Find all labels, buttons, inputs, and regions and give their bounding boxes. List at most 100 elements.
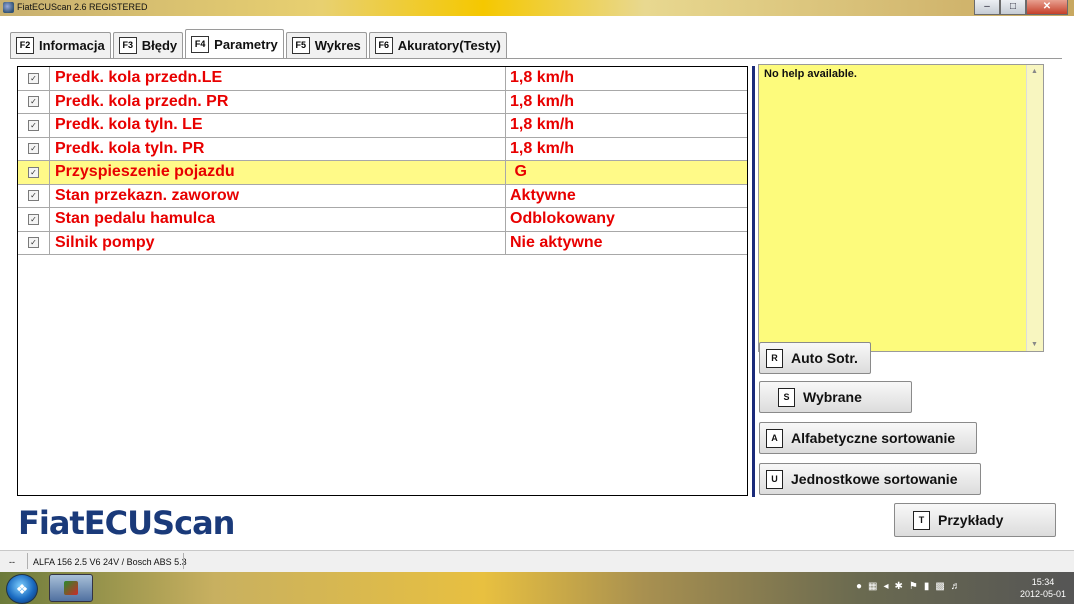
tab-label: Błędy bbox=[141, 38, 178, 53]
button-label: Wybrane bbox=[803, 389, 862, 405]
tab-informacja[interactable]: F2 Informacja bbox=[10, 32, 111, 58]
status-separator bbox=[183, 553, 184, 569]
status-bar: -- ALFA 156 2.5 V6 24V / Bosch ABS 5.3 bbox=[0, 550, 1074, 572]
parameter-value: 1,8 km/h bbox=[510, 139, 575, 157]
hotkey-label: U bbox=[766, 469, 783, 489]
parameter-checkbox[interactable]: ✓ bbox=[28, 72, 39, 84]
tab-parametry[interactable]: F4 Parametry bbox=[185, 29, 284, 59]
parameter-checkbox[interactable]: ✓ bbox=[28, 213, 39, 225]
parameter-value: Nie aktywne bbox=[510, 233, 603, 251]
fkey-label: F5 bbox=[291, 37, 310, 54]
parameter-value: G bbox=[510, 163, 527, 181]
parameter-list[interactable]: ✓ Predk. kola przedn.LE 1,8 km/h ✓ Predk… bbox=[17, 66, 748, 496]
clock[interactable]: 15:34 2012-05-01 bbox=[1020, 576, 1066, 600]
app-logo: FiatECUScan bbox=[18, 504, 235, 542]
checkbox-cell: ✓ bbox=[18, 137, 50, 160]
panel-splitter[interactable] bbox=[752, 66, 755, 497]
tab-label: Parametry bbox=[214, 37, 278, 52]
app-icon bbox=[3, 2, 14, 13]
tab-bar: F2 Informacja F3 Błędy F4 Parametry F5 W… bbox=[10, 28, 509, 59]
fkey-label: F4 bbox=[191, 36, 210, 53]
parameter-checkbox[interactable]: ✓ bbox=[28, 190, 39, 202]
tab-bledy[interactable]: F3 Błędy bbox=[112, 32, 184, 58]
alphabetical-sort-button[interactable]: A Alfabetyczne sortowanie bbox=[759, 422, 977, 454]
maximize-button[interactable]: □ bbox=[1000, 0, 1026, 15]
parameter-row[interactable]: ✓ Predk. kola tyln. PR 1,8 km/h bbox=[18, 137, 747, 161]
hotkey-label: R bbox=[766, 348, 783, 368]
parameter-value: 1,8 km/h bbox=[510, 69, 575, 87]
parameter-row[interactable]: ✓ Stan pedalu hamulca Odblokowany bbox=[18, 208, 747, 232]
system-tray: ●▦◂✱⚑▮▩♬ 15:34 2012-05-01 bbox=[844, 572, 1074, 604]
selected-button[interactable]: S Wybrane bbox=[759, 381, 912, 413]
parameter-row[interactable]: ✓ Predk. kola przedn.LE 1,8 km/h bbox=[18, 67, 747, 91]
parameter-name: Stan pedalu hamulca bbox=[50, 208, 506, 231]
clock-date: 2012-05-01 bbox=[1019, 589, 1066, 599]
help-text: No help available. bbox=[764, 68, 857, 80]
checkbox-cell: ✓ bbox=[18, 231, 50, 254]
hotkey-label: S bbox=[778, 387, 795, 407]
parameter-name: Predk. kola przedn.LE bbox=[50, 67, 506, 90]
parameter-name: Silnik pompy bbox=[50, 231, 506, 254]
parameter-checkbox[interactable]: ✓ bbox=[28, 237, 39, 249]
auto-sort-button[interactable]: R Auto Sotr. bbox=[759, 342, 871, 374]
taskbar-app-fiatecuscan[interactable] bbox=[49, 574, 93, 602]
vehicle-info: ALFA 156 2.5 V6 24V / Bosch ABS 5.3 bbox=[33, 557, 187, 567]
title-bar: FiatECUScan 2.6 REGISTERED – □ ✕ bbox=[0, 0, 1074, 16]
help-scrollbar[interactable]: ▲ ▼ bbox=[1026, 65, 1043, 351]
scroll-up-icon[interactable]: ▲ bbox=[1031, 68, 1038, 75]
status-separator bbox=[27, 553, 28, 569]
tab-label: Akuratory(Testy) bbox=[397, 38, 501, 53]
button-label: Przykłady bbox=[938, 512, 1004, 528]
button-label: Jednostkowe sortowanie bbox=[791, 471, 958, 487]
fiatecuscan-icon bbox=[64, 581, 78, 595]
button-label: Auto Sotr. bbox=[791, 350, 858, 366]
checkbox-cell: ✓ bbox=[18, 161, 50, 184]
parameter-value: 1,8 km/h bbox=[510, 116, 575, 134]
hotkey-label: T bbox=[913, 510, 930, 530]
parameter-row[interactable]: ✓ Predk. kola przedn. PR 1,8 km/h bbox=[18, 90, 747, 114]
status-indicator: -- bbox=[9, 557, 15, 567]
parameter-value: 1,8 km/h bbox=[510, 92, 575, 110]
parameter-checkbox[interactable]: ✓ bbox=[28, 166, 39, 178]
checkbox-cell: ✓ bbox=[18, 90, 50, 113]
tab-label: Wykres bbox=[314, 38, 361, 53]
checkbox-cell: ✓ bbox=[18, 184, 50, 207]
parameter-row[interactable]: ✓ Stan przekazn. zaworow Aktywne bbox=[18, 184, 747, 208]
start-button[interactable]: ❖ bbox=[6, 574, 38, 604]
fkey-label: F6 bbox=[374, 37, 393, 54]
parameter-checkbox[interactable]: ✓ bbox=[28, 143, 39, 155]
parameter-value: Odblokowany bbox=[510, 210, 615, 228]
main-window: F2 Informacja F3 Błędy F4 Parametry F5 W… bbox=[0, 16, 1074, 550]
checkbox-cell: ✓ bbox=[18, 67, 50, 90]
parameter-value: Aktywne bbox=[510, 186, 576, 204]
button-label: Alfabetyczne sortowanie bbox=[791, 430, 956, 446]
tab-label: Informacja bbox=[39, 38, 105, 53]
parameter-checkbox[interactable]: ✓ bbox=[28, 96, 39, 108]
parameter-name: Predk. kola tyln. PR bbox=[50, 137, 506, 160]
tab-panel-border bbox=[10, 58, 1062, 59]
parameter-row[interactable]: ✓ Predk. kola tyln. LE 1,8 km/h bbox=[18, 114, 747, 138]
unit-sort-button[interactable]: U Jednostkowe sortowanie bbox=[759, 463, 981, 495]
parameter-checkbox[interactable]: ✓ bbox=[28, 119, 39, 131]
parameter-name: Stan przekazn. zaworow bbox=[50, 184, 506, 207]
tab-akuratory[interactable]: F6 Akuratory(Testy) bbox=[368, 32, 507, 58]
checkbox-cell: ✓ bbox=[18, 114, 50, 137]
scroll-down-icon[interactable]: ▼ bbox=[1031, 341, 1038, 348]
taskbar: ❖ ●▦◂✱⚑▮▩♬ 15:34 2012-05-01 bbox=[0, 572, 1074, 604]
parameter-name: Predk. kola tyln. LE bbox=[50, 114, 506, 137]
window-title: FiatECUScan 2.6 REGISTERED bbox=[17, 2, 148, 12]
fkey-label: F2 bbox=[16, 37, 34, 54]
minimize-button[interactable]: – bbox=[974, 0, 1000, 15]
fkey-label: F3 bbox=[118, 37, 137, 54]
parameter-row-selected[interactable]: ✓ Przyspieszenie pojazdu G bbox=[18, 161, 747, 185]
parameter-row[interactable]: ✓ Silnik pompy Nie aktywne bbox=[18, 231, 747, 255]
checkbox-cell: ✓ bbox=[18, 208, 50, 231]
tray-icons[interactable]: ●▦◂✱⚑▮▩♬ bbox=[856, 581, 967, 592]
close-button[interactable]: ✕ bbox=[1026, 0, 1068, 15]
tab-wykres[interactable]: F5 Wykres bbox=[285, 32, 367, 58]
help-panel: No help available. ▲ ▼ bbox=[758, 64, 1044, 352]
parameter-name: Predk. kola przedn. PR bbox=[50, 90, 506, 113]
hotkey-label: A bbox=[766, 428, 783, 448]
window-controls: – □ ✕ bbox=[974, 0, 1068, 15]
examples-button[interactable]: T Przykłady bbox=[894, 503, 1056, 537]
